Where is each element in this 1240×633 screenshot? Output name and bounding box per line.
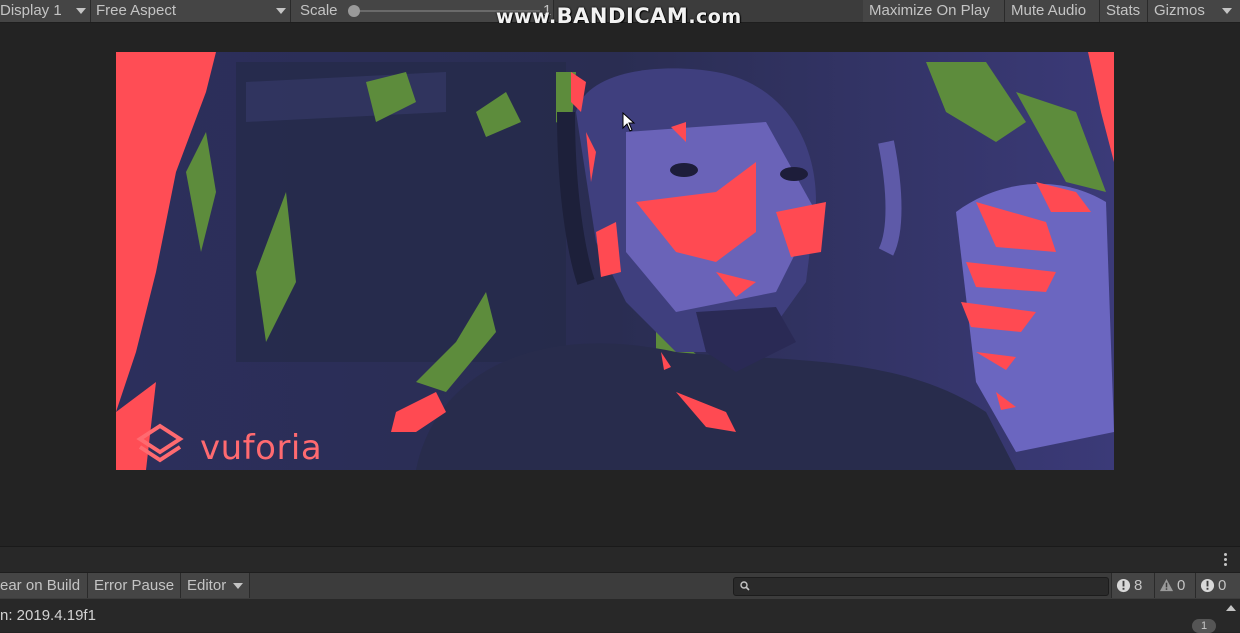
error-count-toggle[interactable]: 0 xyxy=(1195,573,1240,598)
console-tab-bar xyxy=(0,546,1240,573)
editor-label: Editor xyxy=(187,577,227,594)
log-count: 8 xyxy=(1134,577,1143,594)
display-label: Display 1 xyxy=(0,2,62,19)
stats-toggle[interactable]: Stats xyxy=(1100,0,1148,22)
chevron-down-icon xyxy=(76,8,86,14)
mute-audio-toggle[interactable]: Mute Audio xyxy=(1005,0,1100,22)
chevron-down-icon xyxy=(1222,8,1232,14)
console-search-input[interactable] xyxy=(733,577,1109,596)
aspect-label: Free Aspect xyxy=(96,2,177,19)
gizmos-dropdown[interactable]: Gizmos xyxy=(1148,0,1240,22)
error-pause-toggle[interactable]: Error Pause xyxy=(88,573,181,598)
scale-slider-handle[interactable] xyxy=(348,5,360,17)
chevron-down-icon xyxy=(233,583,243,589)
vuforia-logo-icon xyxy=(136,423,184,463)
search-icon xyxy=(740,581,750,591)
warning-count: 0 xyxy=(1177,577,1186,594)
camera-image xyxy=(116,52,1114,470)
gizmos-label: Gizmos xyxy=(1154,2,1205,19)
console-toolbar: ear on Build Error Pause Editor 8 0 0 xyxy=(0,572,1240,600)
error-count: 0 xyxy=(1218,577,1227,594)
stats-label: Stats xyxy=(1106,2,1141,19)
camera-feed: vuforia xyxy=(116,52,1114,470)
warning-count-toggle[interactable]: 0 xyxy=(1154,573,1195,598)
console-log-list: n: 2019.4.19f1 1 xyxy=(0,599,1240,633)
aspect-dropdown[interactable]: Free Aspect xyxy=(91,0,291,22)
warning-icon xyxy=(1159,578,1174,592)
mute-audio-label: Mute Audio xyxy=(1011,2,1087,19)
mouse-cursor-icon xyxy=(622,112,636,132)
more-options-icon[interactable] xyxy=(1224,553,1228,568)
collapse-count-badge: 1 xyxy=(1192,619,1216,633)
info-icon xyxy=(1116,578,1131,593)
maximize-on-play-toggle[interactable]: Maximize On Play xyxy=(863,0,1005,22)
scale-label: Scale xyxy=(300,2,338,19)
display-dropdown[interactable]: Display 1 xyxy=(0,0,91,22)
editor-dropdown[interactable]: Editor xyxy=(181,573,250,598)
error-icon xyxy=(1200,578,1215,593)
vuforia-logo-text: vuforia xyxy=(200,428,323,468)
clear-on-build-toggle[interactable]: ear on Build xyxy=(0,573,88,598)
log-entry[interactable]: n: 2019.4.19f1 xyxy=(0,607,96,624)
log-count-toggle[interactable]: 8 xyxy=(1111,573,1154,598)
maximize-on-play-label: Maximize On Play xyxy=(869,2,990,19)
scroll-up-arrow-icon[interactable] xyxy=(1226,605,1236,611)
clear-on-build-label: ear on Build xyxy=(0,577,81,594)
chevron-down-icon xyxy=(276,8,286,14)
error-pause-label: Error Pause xyxy=(94,577,175,594)
